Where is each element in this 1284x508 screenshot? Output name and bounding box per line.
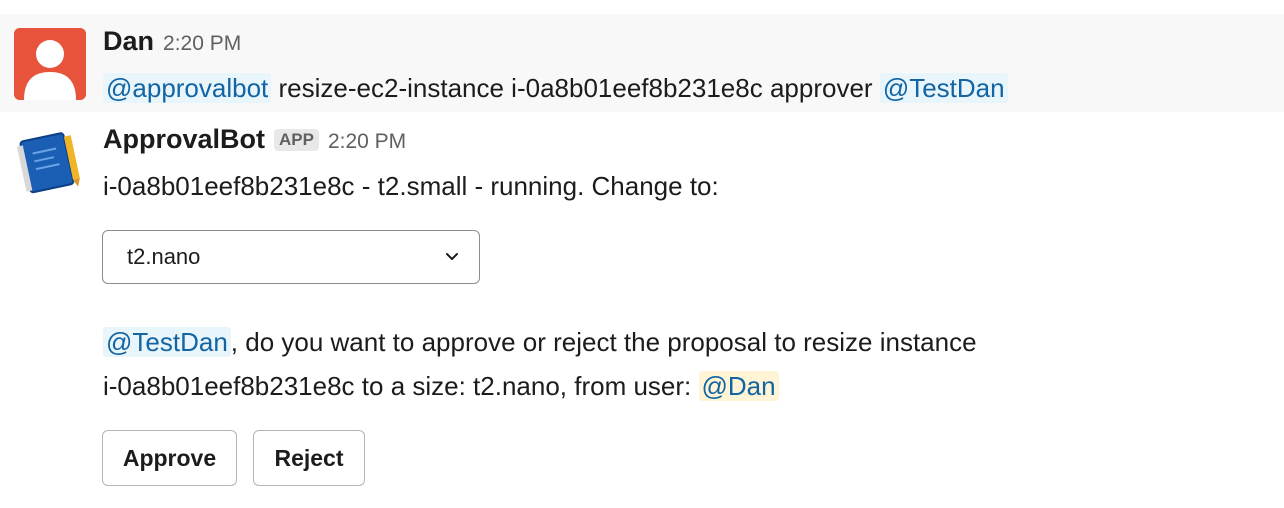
question-text: i-0a8b01eef8b231e8c to a size: t2.nano, …: [103, 371, 692, 401]
timestamp[interactable]: 2:20 PM: [163, 32, 241, 56]
status-line: i-0a8b01eef8b231e8c - t2.small - running…: [103, 171, 719, 201]
approval-question-line2: i-0a8b01eef8b231e8c to a size: t2.nano, …: [103, 368, 779, 404]
mention-testdan[interactable]: @TestDan: [103, 327, 231, 357]
command-text: resize-ec2-instance i-0a8b01eef8b231e8c …: [278, 73, 873, 103]
message-dan: Dan 2:20 PM @approvalbot resize-ec2-inst…: [0, 14, 1284, 112]
message-header: Dan 2:20 PM: [103, 26, 241, 62]
timestamp[interactable]: 2:20 PM: [328, 130, 406, 154]
select-value: t2.nano: [127, 244, 201, 269]
app-badge: APP: [274, 129, 319, 151]
question-text: , do you want to approve or reject the p…: [230, 327, 977, 357]
sender-name[interactable]: Dan: [103, 26, 154, 57]
mention-approvalbot[interactable]: @approvalbot: [103, 73, 272, 103]
instance-size-select[interactable]: t2.nano: [102, 230, 480, 284]
approve-button[interactable]: Approve: [102, 430, 237, 486]
sender-name[interactable]: ApprovalBot: [103, 124, 265, 155]
mention-testdan[interactable]: @TestDan: [879, 73, 1008, 103]
message-approvalbot: ApprovalBot APP 2:20 PM i-0a8b01eef8b231…: [0, 112, 1284, 508]
message-text: @approvalbot resize-ec2-instance i-0a8b0…: [103, 70, 1008, 106]
reject-button[interactable]: Reject: [253, 430, 365, 486]
mention-dan[interactable]: @Dan: [698, 371, 779, 401]
approval-question-line1: @TestDan, do you want to approve or reje…: [103, 324, 977, 360]
user-avatar-icon[interactable]: [14, 28, 86, 100]
bot-avatar-icon[interactable]: [14, 122, 86, 194]
chevron-down-icon: [446, 253, 458, 260]
message-header: ApprovalBot APP 2:20 PM: [103, 124, 406, 160]
